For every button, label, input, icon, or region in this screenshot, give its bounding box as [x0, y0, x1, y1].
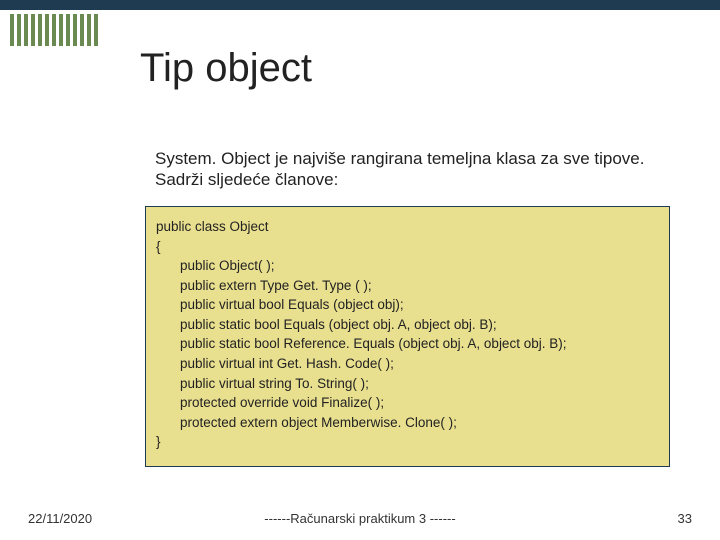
code-line: }: [156, 432, 659, 452]
code-line: public Object( );: [156, 256, 659, 276]
code-line: public virtual bool Equals (object obj);: [156, 295, 659, 315]
decorative-stripes: [10, 14, 98, 46]
code-line: public static bool Reference. Equals (ob…: [156, 334, 659, 354]
code-line: public class Object: [156, 217, 659, 237]
code-line: public static bool Equals (object obj. A…: [156, 315, 659, 335]
code-line: protected override void Finalize( );: [156, 393, 659, 413]
footer-center: ------Računarski praktikum 3 ------: [264, 511, 455, 526]
footer-date: 22/11/2020: [28, 511, 92, 526]
code-line: protected extern object Memberwise. Clon…: [156, 413, 659, 433]
code-line: public virtual string To. String( );: [156, 374, 659, 394]
top-accent-bar: [0, 0, 720, 10]
slide-footer: 22/11/2020 ------Računarski praktikum 3 …: [0, 511, 720, 526]
code-line: public extern Type Get. Type ( );: [156, 276, 659, 296]
code-line: {: [156, 237, 659, 257]
slide-title: Tip object: [140, 46, 312, 91]
footer-page-number: 33: [678, 511, 692, 526]
code-block: public class Object { public Object( ); …: [145, 206, 670, 467]
code-line: public virtual int Get. Hash. Code( );: [156, 354, 659, 374]
slide-description: System. Object je najviše rangirana teme…: [155, 148, 660, 191]
